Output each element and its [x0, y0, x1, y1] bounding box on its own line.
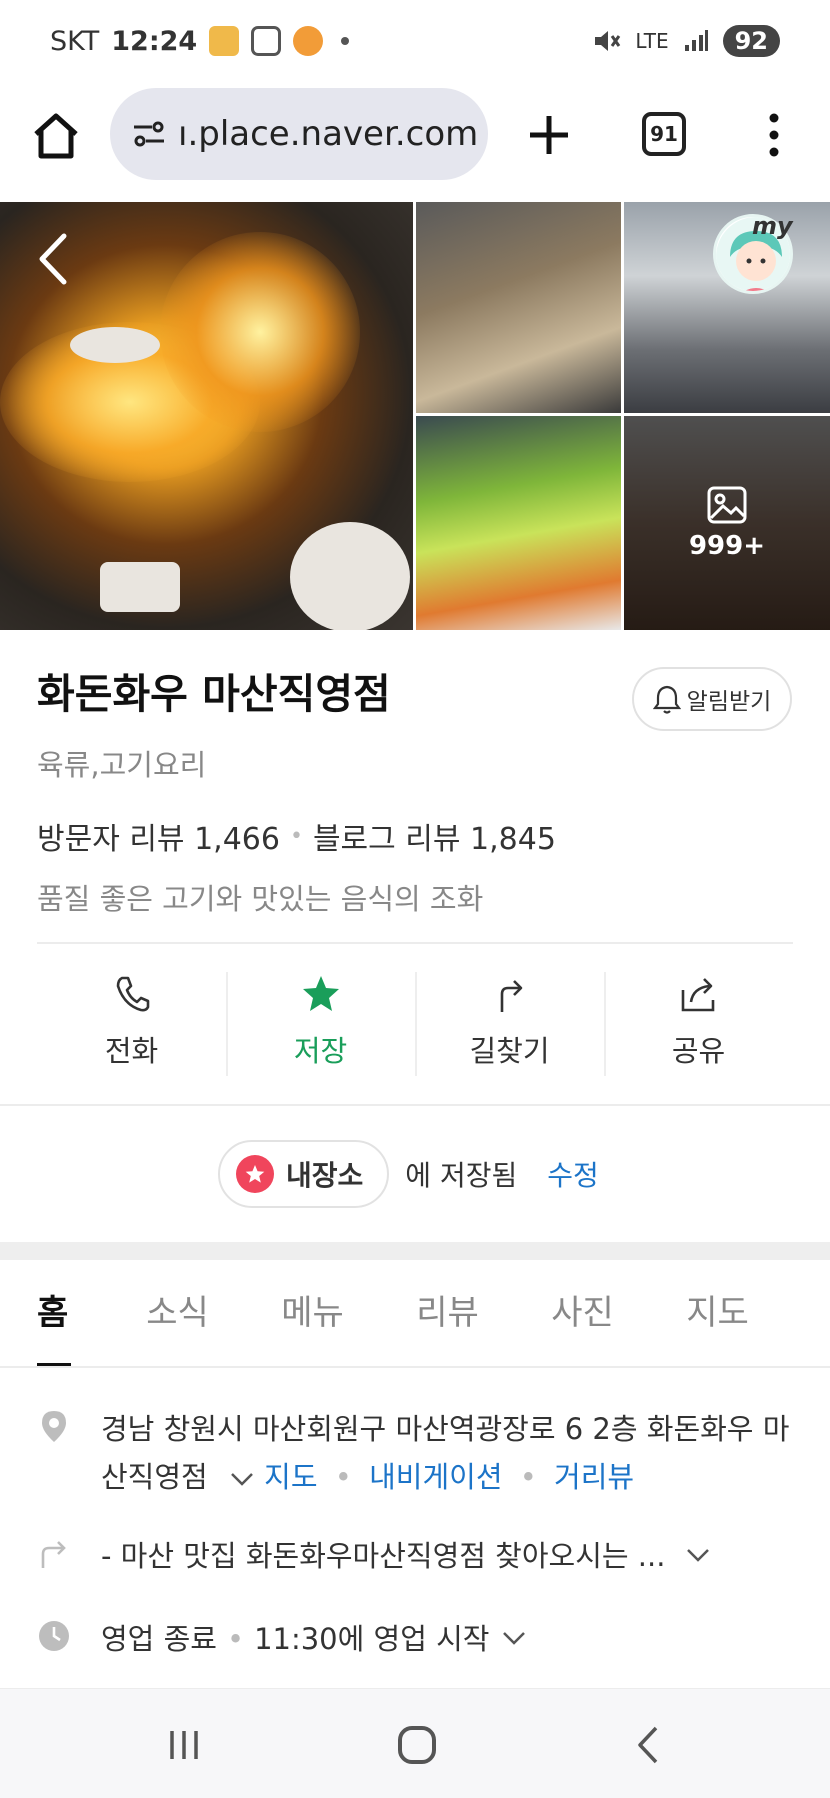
photo-count-overlay[interactable]: 999+ — [624, 416, 830, 630]
notification-subscribe-button[interactable]: 알림받기 — [632, 667, 792, 731]
directions-arrow-icon — [41, 1541, 66, 1568]
new-tab-icon[interactable] — [526, 112, 572, 158]
address-block: 경남 창원시 마산회원구 마산역광장로 6 2층 화돈화우 마산직영점 지도 •… — [101, 1405, 797, 1501]
divider — [0, 1104, 830, 1106]
action-label: 전화 — [104, 1034, 159, 1068]
navigation-link[interactable]: 내비게이션 — [369, 1460, 502, 1494]
dish-shape — [290, 522, 410, 630]
photo-thumbnail[interactable] — [416, 202, 621, 413]
mute-icon — [595, 31, 621, 51]
notification-app-icon — [209, 26, 240, 56]
photo-thumbnail[interactable] — [416, 416, 621, 630]
saved-status: 내장소 에 저장됨 수정 — [218, 1140, 599, 1208]
saved-list-chip[interactable]: 내장소 — [218, 1140, 390, 1208]
dish-shape — [100, 562, 180, 612]
call-button[interactable]: 전화 — [37, 966, 226, 1078]
business-hours-row[interactable]: 영업 종료 • 11:30에 영업 시작 — [37, 1615, 797, 1663]
status-time: 12:24 — [111, 25, 198, 57]
phone-icon — [116, 976, 149, 1012]
bell-plus-icon — [652, 685, 681, 714]
map-link[interactable]: 지도 — [264, 1460, 317, 1494]
home-icon[interactable] — [30, 110, 82, 162]
main-photo[interactable] — [0, 202, 413, 630]
photo-more-thumbnail[interactable]: 999+ — [624, 416, 830, 630]
carrier-label: SKT — [50, 25, 100, 57]
screenshot-icon — [251, 26, 282, 56]
section-separator — [0, 1242, 830, 1260]
back-arrow-icon[interactable] — [36, 232, 70, 286]
visitor-review-link[interactable]: 방문자 리뷰 1,466 — [37, 814, 280, 858]
dish-shape — [70, 327, 160, 363]
tab-menu[interactable]: 메뉴 — [245, 1260, 380, 1366]
action-bar: 전화 저장 길찾기 공유 — [37, 966, 793, 1078]
tab-map[interactable]: 지도 — [650, 1260, 785, 1366]
action-label: 저장 — [293, 1034, 348, 1068]
tab-photos[interactable]: 사진 — [515, 1260, 650, 1366]
chevron-down-icon[interactable] — [501, 1629, 527, 1647]
tab-more[interactable]: 주 — [785, 1260, 830, 1366]
edit-saved-link[interactable]: 수정 — [547, 1154, 599, 1194]
hours-status: 영업 종료 — [101, 1622, 217, 1656]
star-icon — [302, 976, 339, 1011]
signal-icon — [684, 30, 708, 51]
place-summary: 화돈화우 마산직영점 알림받기 육류,고기요리 방문자 리뷰 1,466 • 블… — [37, 660, 797, 918]
separator-dot: • — [289, 823, 303, 849]
separator-dot: • — [519, 1460, 537, 1494]
photo-gallery: my 999+ — [0, 202, 830, 630]
tab-news[interactable]: 소식 — [110, 1260, 245, 1366]
notification-app-icon-2 — [293, 26, 324, 56]
network-label: LTE — [635, 29, 669, 53]
photo-count-label: 999+ — [688, 531, 766, 561]
status-bar: SKT 12:24 LTE 92 — [0, 0, 830, 82]
browser-toolbar: ı.place.naver.com 91 — [0, 82, 830, 200]
location-pin-icon — [42, 1411, 66, 1442]
separator-dot: • — [334, 1460, 352, 1494]
address-row: 경남 창원시 마산회원구 마산역광장로 6 2층 화돈화우 마산직영점 지도 •… — [37, 1405, 797, 1501]
battery-indicator: 92 — [722, 25, 780, 57]
place-description: 품질 좋은 고기와 맛있는 음식의 조화 — [37, 882, 484, 916]
site-settings-icon[interactable] — [132, 119, 166, 149]
share-icon — [681, 978, 714, 1012]
divider — [37, 942, 793, 944]
more-menu-icon[interactable] — [764, 112, 784, 158]
save-button[interactable]: 저장 — [226, 966, 415, 1078]
chevron-down-icon[interactable] — [685, 1546, 711, 1564]
review-counts: 방문자 리뷰 1,466 • 블로그 리뷰 1,845 — [37, 814, 797, 858]
directions-icon — [500, 980, 522, 1012]
saved-list-name: 내장소 — [286, 1159, 364, 1192]
tab-switcher-button[interactable]: 91 — [642, 112, 686, 156]
flame-shape — [160, 232, 360, 432]
system-navigation-bar — [0, 1688, 830, 1798]
tab-home[interactable]: 홈 — [0, 1260, 110, 1366]
directions-text: - 마산 맛집 화돈화우마산직영점 찾아오시는 ... — [101, 1539, 666, 1573]
saved-list-star-icon — [236, 1155, 274, 1193]
back-icon[interactable] — [636, 1725, 660, 1765]
status-left: SKT 12:24 — [50, 25, 350, 57]
more-notifications-dot-icon — [341, 37, 350, 45]
saved-status-text: 에 저장됨 — [405, 1159, 518, 1192]
hours-next-open: 11:30에 영업 시작 — [254, 1622, 490, 1656]
address-bar[interactable]: ı.place.naver.com — [110, 88, 488, 180]
url-text[interactable]: ı.place.naver.com — [178, 114, 478, 154]
separator-dot: • — [226, 1622, 245, 1656]
action-label: 길찾기 — [469, 1034, 550, 1068]
image-icon — [707, 486, 747, 524]
place-tabs: 홈 소식 메뉴 리뷰 사진 지도 주 — [0, 1260, 830, 1368]
home-button-icon[interactable] — [398, 1726, 436, 1764]
recent-apps-icon[interactable] — [166, 1727, 202, 1763]
alert-button-label: 알림받기 — [686, 689, 772, 715]
directions-button[interactable]: 길찾기 — [415, 966, 604, 1078]
share-button[interactable]: 공유 — [604, 966, 793, 1078]
action-label: 공유 — [671, 1034, 726, 1068]
street-view-link[interactable]: 거리뷰 — [554, 1460, 634, 1494]
chevron-down-icon[interactable] — [229, 1470, 255, 1488]
tab-reviews[interactable]: 리뷰 — [380, 1260, 515, 1366]
place-category: 육류,고기요리 — [37, 748, 207, 782]
clock-icon — [39, 1621, 69, 1651]
status-right: LTE 92 — [593, 25, 780, 57]
my-badge-label: my — [752, 212, 793, 240]
directions-row[interactable]: - 마산 맛집 화돈화우마산직영점 찾아오시는 ... — [37, 1532, 797, 1580]
blog-review-link[interactable]: 블로그 리뷰 1,845 — [313, 814, 556, 858]
